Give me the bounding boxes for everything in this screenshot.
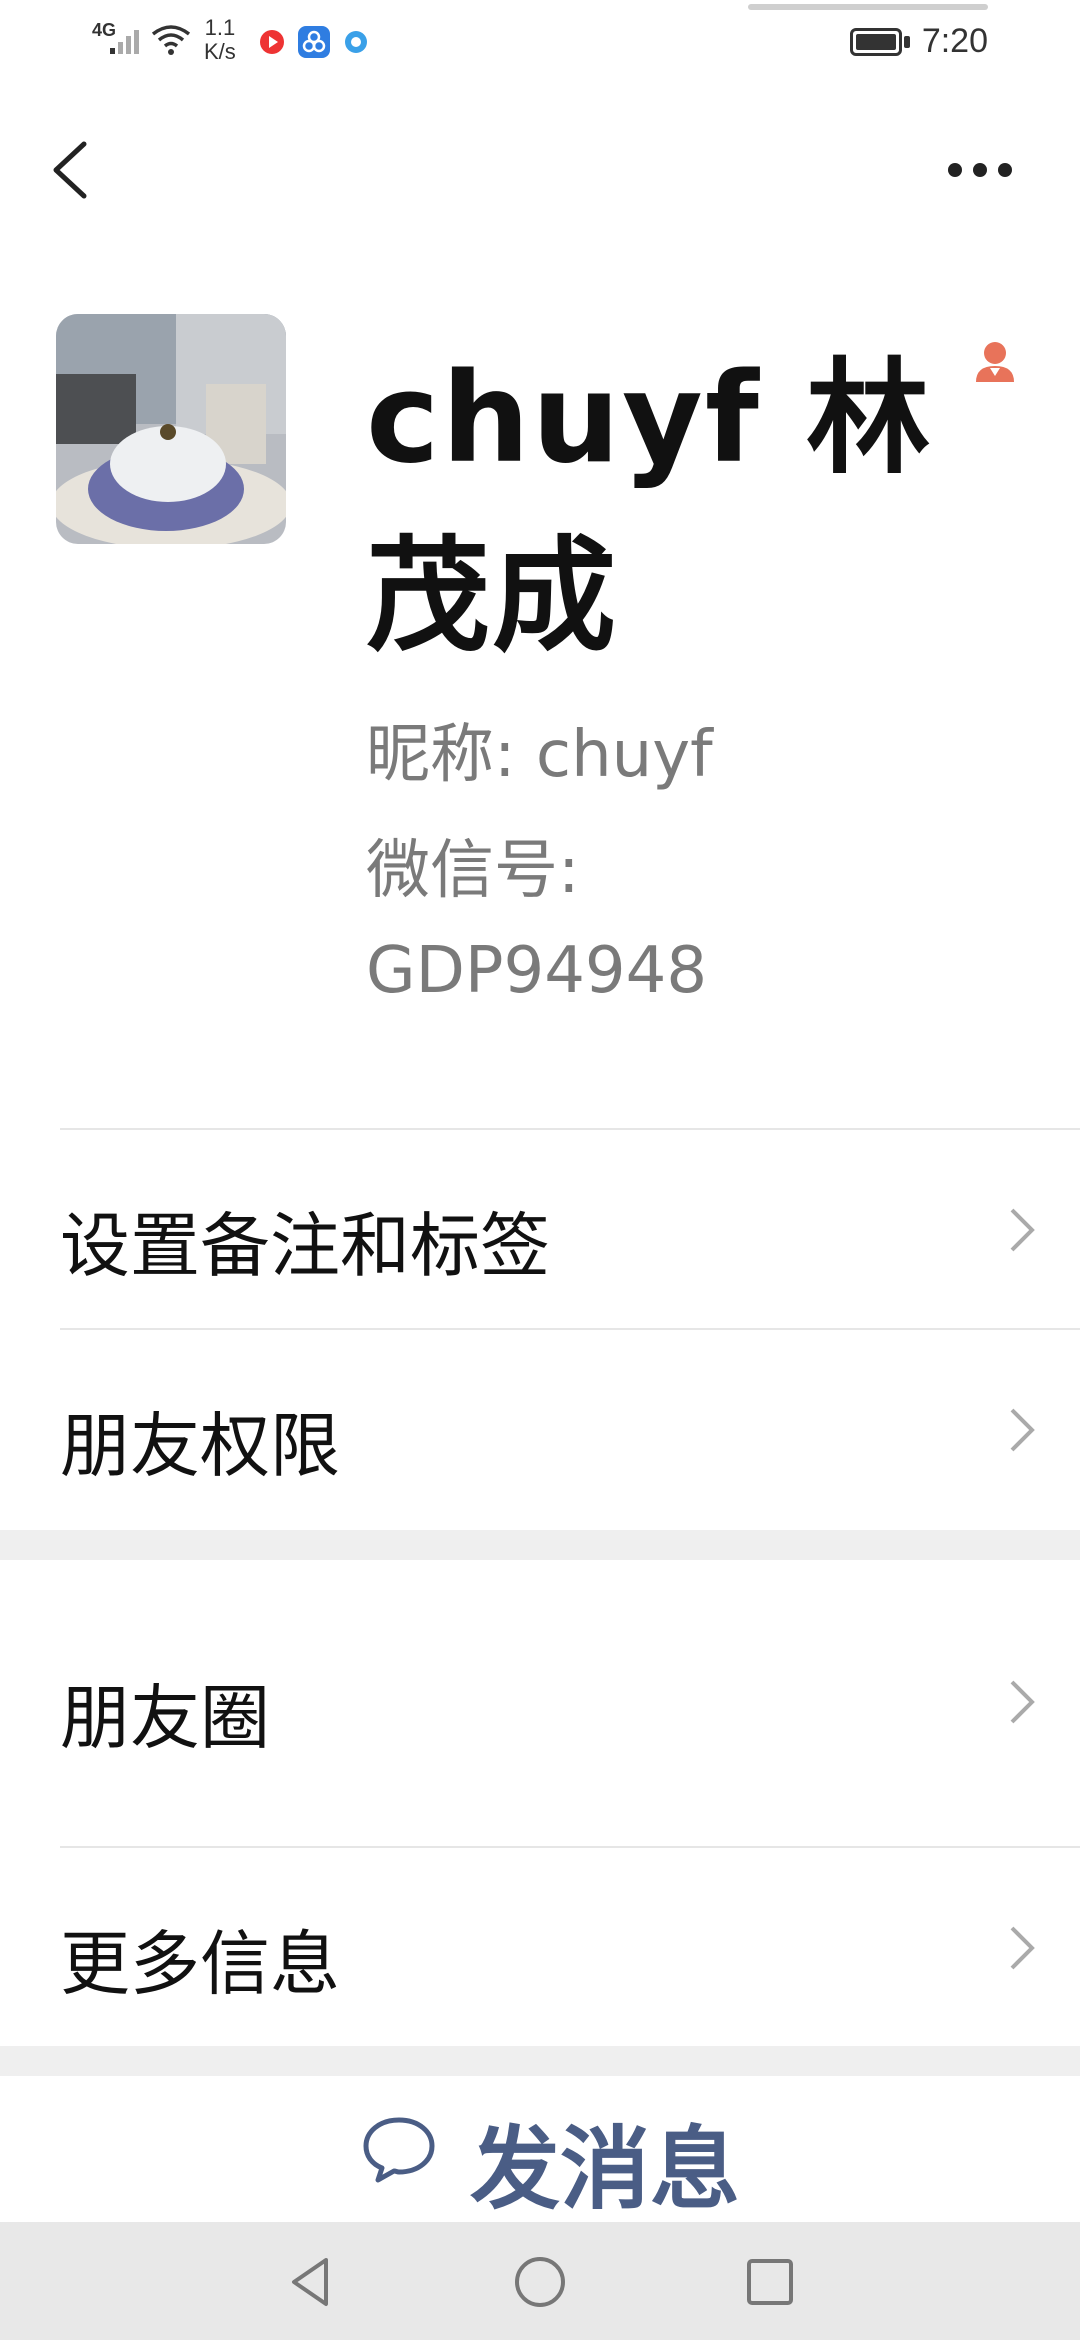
section-gap xyxy=(0,2046,1080,2076)
square-recent-icon[interactable] xyxy=(740,2252,800,2312)
triangle-back-icon[interactable] xyxy=(280,2252,340,2312)
wifi-icon xyxy=(151,25,191,55)
speed-unit: K/s xyxy=(204,39,236,64)
network-speed: 1.1 K/s xyxy=(204,16,236,64)
chevron-left-icon xyxy=(53,141,87,199)
menu-item-label: 设置备注和标签 xyxy=(60,1205,550,1287)
send-message-button[interactable]: 发消息 xyxy=(0,2076,1080,2226)
video-app-icon xyxy=(256,26,288,58)
clock: 7:20 xyxy=(921,22,988,60)
drag-handle xyxy=(748,4,988,10)
chevron-right-icon xyxy=(1010,1926,1035,1970)
chat-bubble-icon xyxy=(363,2117,435,2183)
battery-tip xyxy=(904,36,910,48)
chevron-right-icon xyxy=(1010,1680,1035,1724)
female-icon xyxy=(976,342,1014,382)
send-message-label: 发消息 xyxy=(470,2117,740,2222)
system-nav-bar xyxy=(0,2222,1080,2340)
nickname: 昵称: chuyf xyxy=(366,718,713,792)
circle-home-icon[interactable] xyxy=(510,2252,570,2312)
avatar[interactable] xyxy=(56,314,286,544)
display-name: chuyf 林茂成 xyxy=(366,347,933,669)
wechat-id[interactable]: GDP94948 xyxy=(366,928,707,1014)
status-bar: 4G 1.1 K/s 7:20 xyxy=(0,0,1080,80)
signal-icon xyxy=(110,30,139,54)
speed-value: 1.1 xyxy=(204,15,236,40)
menu-item-moments[interactable]: 朋友圈 xyxy=(0,1560,1080,1846)
section-gap xyxy=(0,1530,1080,1560)
app-icon-blue xyxy=(298,26,330,58)
menu-item-friend-permissions[interactable]: 朋友权限 xyxy=(0,1330,1080,1528)
chevron-right-icon xyxy=(1010,1408,1035,1452)
back-button[interactable] xyxy=(40,130,100,210)
menu-item-label: 朋友权限 xyxy=(60,1405,340,1487)
more-options-button[interactable] xyxy=(930,140,1030,200)
more-dots-icon xyxy=(948,163,1012,177)
menu-item-more-info[interactable]: 更多信息 xyxy=(0,1848,1080,2046)
chevron-right-icon xyxy=(1010,1208,1035,1252)
wechat-id-label: 微信号: xyxy=(366,834,580,908)
battery-icon xyxy=(850,28,902,56)
menu-item-remark-tags[interactable]: 设置备注和标签 xyxy=(0,1130,1080,1328)
app-icon-cloud xyxy=(340,26,372,58)
menu-item-label: 更多信息 xyxy=(60,1923,340,2005)
menu-item-label: 朋友圈 xyxy=(60,1677,270,1759)
